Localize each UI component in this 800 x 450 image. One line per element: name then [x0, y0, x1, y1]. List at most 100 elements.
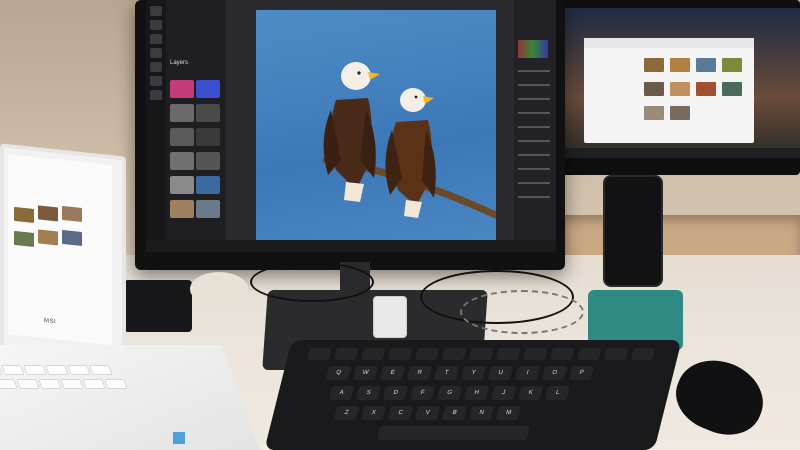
tool-icon[interactable] — [150, 48, 162, 58]
key-a[interactable]: A — [328, 386, 355, 400]
laptop-key[interactable] — [89, 365, 113, 375]
adjust-slider[interactable] — [518, 98, 550, 100]
tool-icon[interactable] — [150, 76, 162, 86]
number-key[interactable] — [306, 348, 332, 360]
number-key[interactable] — [414, 348, 440, 360]
laptop-keyboard-deck — [0, 345, 260, 450]
adjust-slider[interactable] — [518, 182, 550, 184]
key-d[interactable]: D — [382, 386, 409, 400]
preset-thumb[interactable] — [170, 104, 194, 122]
laptop-key[interactable] — [45, 365, 69, 375]
tool-icon[interactable] — [150, 6, 162, 16]
photo-thumb — [14, 206, 34, 223]
adjust-slider[interactable] — [518, 70, 550, 72]
key-y[interactable]: Y — [460, 366, 487, 380]
photo-thumb — [696, 82, 716, 96]
tool-icon[interactable] — [150, 34, 162, 44]
preset-thumb[interactable] — [196, 128, 220, 146]
preset-thumb[interactable] — [170, 80, 194, 98]
tool-icon[interactable] — [150, 62, 162, 72]
laptop-key[interactable] — [104, 379, 128, 389]
key-i[interactable]: I — [514, 366, 541, 380]
key-u[interactable]: U — [487, 366, 514, 380]
adjust-slider[interactable] — [518, 112, 550, 114]
space-bar[interactable] — [376, 426, 531, 440]
laptop-key[interactable] — [1, 365, 25, 375]
number-key[interactable] — [603, 348, 629, 360]
key-g[interactable]: G — [436, 386, 463, 400]
adjust-slider[interactable] — [518, 84, 550, 86]
number-key[interactable] — [522, 348, 548, 360]
laptop-key[interactable] — [0, 379, 18, 389]
laptop-brand: MSI — [44, 318, 57, 326]
adjust-slider[interactable] — [518, 196, 550, 198]
laptop-key[interactable] — [38, 379, 62, 389]
histogram — [518, 40, 548, 58]
laptop-key[interactable] — [23, 365, 47, 375]
key-w[interactable]: W — [352, 366, 379, 380]
key-p[interactable]: P — [568, 366, 595, 380]
key-f[interactable]: F — [409, 386, 436, 400]
key-t[interactable]: T — [433, 366, 460, 380]
photo-editor-screen: Layers — [146, 0, 556, 252]
eagle-left — [323, 62, 380, 202]
tool-icon[interactable] — [150, 90, 162, 100]
photo-thumb — [696, 58, 716, 72]
laptop-key[interactable] — [82, 379, 106, 389]
key-k[interactable]: K — [517, 386, 544, 400]
key-h[interactable]: H — [463, 386, 490, 400]
adjust-slider[interactable] — [518, 168, 550, 170]
laptop-key[interactable] — [67, 365, 91, 375]
key-s[interactable]: S — [355, 386, 382, 400]
number-key[interactable] — [441, 348, 467, 360]
number-key[interactable] — [576, 348, 602, 360]
number-key[interactable] — [387, 348, 413, 360]
left-panel: Layers — [146, 0, 226, 252]
adjust-slider[interactable] — [518, 140, 550, 142]
number-key[interactable] — [495, 348, 521, 360]
number-key[interactable] — [333, 348, 359, 360]
file-explorer-window — [584, 38, 754, 143]
number-key[interactable] — [630, 348, 656, 360]
key-o[interactable]: O — [541, 366, 568, 380]
preset-thumb[interactable] — [196, 104, 220, 122]
photo-thumb — [722, 82, 742, 96]
braided-cable — [460, 290, 584, 334]
tool-icon[interactable] — [150, 20, 162, 30]
key-b[interactable]: B — [441, 406, 468, 420]
preset-thumb[interactable] — [170, 128, 194, 146]
preset-thumb[interactable] — [170, 200, 194, 218]
key-x[interactable]: X — [360, 406, 387, 420]
adjust-slider[interactable] — [518, 154, 550, 156]
number-key[interactable] — [468, 348, 494, 360]
key-m[interactable]: M — [495, 406, 522, 420]
sticker-icon — [173, 432, 185, 444]
photo-thumb — [62, 205, 82, 222]
key-r[interactable]: R — [406, 366, 433, 380]
key-n[interactable]: N — [468, 406, 495, 420]
number-key[interactable] — [360, 348, 386, 360]
laptop-key[interactable] — [60, 379, 84, 389]
key-z[interactable]: Z — [333, 406, 360, 420]
preset-thumb[interactable] — [196, 176, 220, 194]
laptop-lid: MSI — [0, 143, 126, 365]
key-q[interactable]: Q — [325, 366, 352, 380]
adjust-slider[interactable] — [518, 126, 550, 128]
image-canvas[interactable] — [256, 10, 500, 240]
cable — [250, 262, 374, 302]
key-v[interactable]: V — [414, 406, 441, 420]
preset-thumb[interactable] — [170, 152, 194, 170]
key-l[interactable]: L — [544, 386, 571, 400]
number-key[interactable] — [549, 348, 575, 360]
preset-thumb[interactable] — [196, 152, 220, 170]
photo-thumb — [644, 82, 664, 96]
laptop-key[interactable] — [16, 379, 40, 389]
key-c[interactable]: C — [387, 406, 414, 420]
tool-strip — [146, 0, 166, 252]
preset-thumb[interactable] — [170, 176, 194, 194]
key-e[interactable]: E — [379, 366, 406, 380]
key-j[interactable]: J — [490, 386, 517, 400]
windows-taskbar — [146, 240, 556, 252]
preset-thumb[interactable] — [196, 200, 220, 218]
preset-thumb[interactable] — [196, 80, 220, 98]
